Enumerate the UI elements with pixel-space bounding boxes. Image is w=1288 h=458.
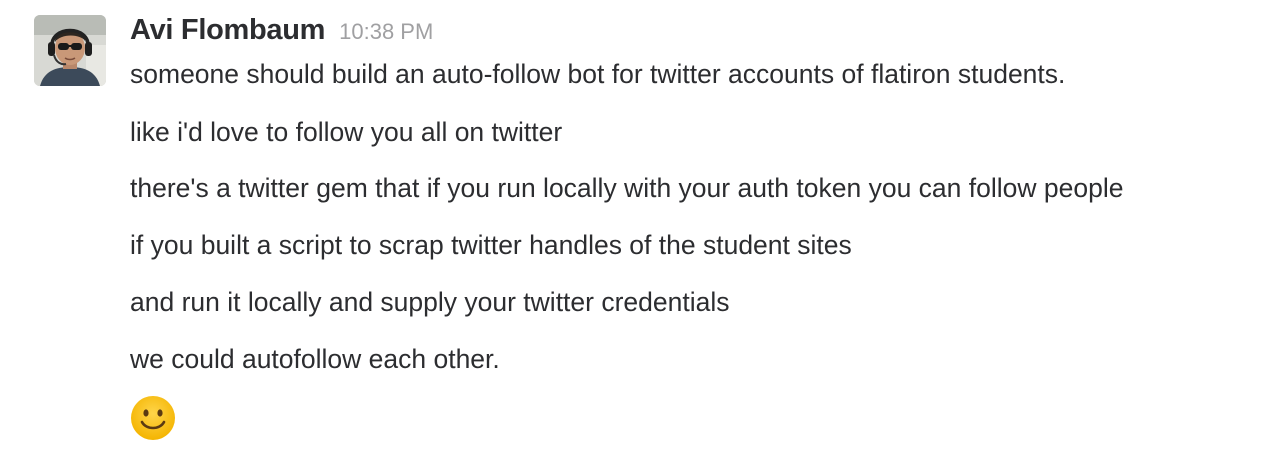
message-line: someone should build an auto-follow bot … [130,59,1066,89]
message-line: and run it locally and supply your twitt… [130,287,730,317]
avatar[interactable] [34,15,106,86]
chat-message: Avi Flombaum 10:38 PM someone should bui… [0,0,1288,458]
message-timestamp[interactable]: 10:38 PM [339,19,433,45]
message-line: there's a twitter gem that if you run lo… [130,173,1124,203]
message-line: if you built a script to scrap twitter h… [130,230,852,260]
sender-name[interactable]: Avi Flombaum [130,14,325,47]
message-line: like i'd love to follow you all on twitt… [130,117,563,147]
message-line: we could autofollow each other. [130,344,500,374]
message-header: Avi Flombaum 10:38 PM [130,14,433,50]
slightly-smiling-face-icon [130,395,176,441]
